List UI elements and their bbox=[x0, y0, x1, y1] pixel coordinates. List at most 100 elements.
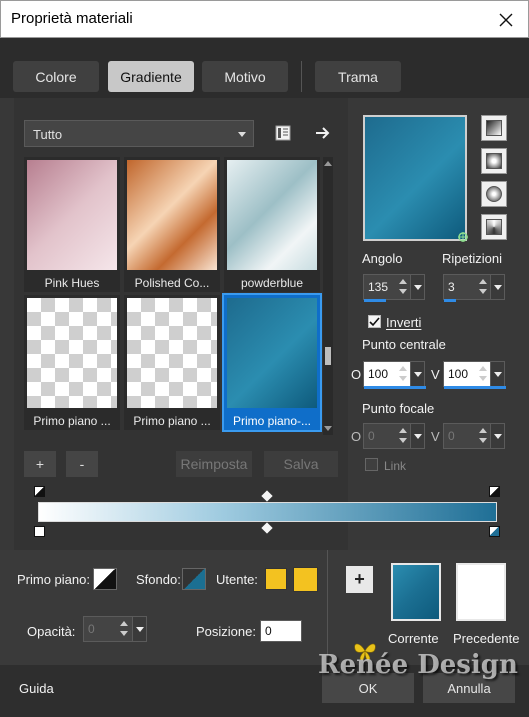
close-button[interactable] bbox=[492, 6, 520, 34]
position-value: 0 bbox=[265, 624, 272, 638]
center-h-field[interactable]: 100 bbox=[363, 361, 426, 389]
center-h-dropdown[interactable] bbox=[410, 362, 424, 386]
opacity-field[interactable]: 0 bbox=[83, 616, 147, 642]
angle-field[interactable]: 135 bbox=[363, 274, 425, 302]
center-v-dropdown[interactable] bbox=[490, 362, 504, 386]
tabs-bar: Colore Gradiente Motivo Trama bbox=[0, 38, 529, 98]
focal-v-stepper[interactable] bbox=[477, 426, 489, 446]
angle-dropdown[interactable] bbox=[410, 275, 424, 299]
angle-label: Angolo bbox=[362, 251, 403, 266]
scroll-thumb[interactable] bbox=[325, 347, 331, 365]
previous-swatch[interactable] bbox=[456, 563, 506, 621]
stepper-up-icon bbox=[399, 428, 407, 433]
center-h-value: 100 bbox=[368, 367, 389, 381]
repeats-dropdown[interactable] bbox=[490, 275, 504, 299]
user-color-swatch[interactable] bbox=[265, 568, 287, 590]
angle-stepper[interactable] bbox=[397, 277, 409, 297]
gradient-swatch bbox=[27, 160, 117, 270]
center-h-slider-fill bbox=[364, 386, 426, 389]
focal-v-dropdown[interactable] bbox=[490, 424, 504, 448]
invert-checkbox[interactable] bbox=[368, 315, 381, 328]
repeats-stepper[interactable] bbox=[477, 277, 489, 297]
reset-button[interactable]: Reimposta bbox=[176, 451, 252, 477]
center-h-stepper[interactable] bbox=[397, 364, 409, 384]
focal-v-axis-label: V bbox=[431, 429, 440, 444]
stepper-up-icon bbox=[479, 366, 487, 371]
tab-trama[interactable]: Trama bbox=[315, 61, 401, 92]
invert-label[interactable]: Inverti bbox=[386, 315, 421, 330]
gradient-swatch bbox=[227, 298, 317, 408]
opacity-stepper[interactable] bbox=[118, 619, 130, 639]
current-swatch[interactable] bbox=[391, 563, 441, 621]
window-title: Proprietà materiali bbox=[11, 10, 133, 27]
gradient-label: Primo piano ... bbox=[133, 414, 211, 428]
chevron-down-icon bbox=[494, 285, 502, 290]
repeats-label: Ripetizioni bbox=[442, 251, 502, 266]
center-v-axis-label: V bbox=[431, 367, 440, 382]
focal-v-field[interactable]: 0 bbox=[443, 423, 505, 449]
focal-h-stepper[interactable] bbox=[397, 426, 409, 446]
angle-handle-icon bbox=[458, 232, 468, 242]
foreground-label: Primo piano: bbox=[17, 572, 90, 587]
category-dropdown[interactable]: Tutto bbox=[24, 120, 254, 147]
tab-colore[interactable]: Colore bbox=[13, 61, 99, 92]
tab-gradiente[interactable]: Gradiente bbox=[108, 61, 194, 92]
opacity-dropdown[interactable] bbox=[132, 617, 146, 641]
opacity-value: 0 bbox=[88, 622, 95, 636]
radial-style-icon bbox=[486, 219, 502, 235]
linear-style-icon bbox=[486, 120, 502, 136]
repeats-field[interactable]: 3 bbox=[443, 274, 505, 302]
library-view-button[interactable] bbox=[272, 122, 294, 144]
chevron-down-icon bbox=[238, 132, 246, 137]
sunburst-style-icon bbox=[486, 186, 502, 202]
color-stop-bottom-right[interactable] bbox=[489, 526, 500, 537]
export-button[interactable] bbox=[312, 122, 334, 144]
center-v-stepper[interactable] bbox=[477, 364, 489, 384]
center-v-field[interactable]: 100 bbox=[443, 361, 506, 389]
gradient-editor-bar[interactable] bbox=[38, 502, 497, 522]
chevron-down-icon bbox=[414, 434, 422, 439]
gradient-tile-polished-copper[interactable]: Polished Co... bbox=[124, 157, 220, 292]
focal-h-dropdown[interactable] bbox=[410, 424, 424, 448]
add-to-swatches-button[interactable]: + bbox=[346, 566, 373, 593]
color-stop-top-right[interactable] bbox=[489, 486, 500, 497]
user-label: Utente: bbox=[216, 572, 258, 587]
background-swatch[interactable] bbox=[182, 568, 206, 590]
user-color-large-swatch[interactable] bbox=[293, 567, 318, 592]
gallery-scrollbar[interactable] bbox=[323, 157, 333, 435]
save-button[interactable]: Salva bbox=[264, 451, 338, 477]
scroll-down-icon[interactable] bbox=[324, 426, 332, 431]
stepper-down-icon bbox=[479, 289, 487, 294]
remove-gradient-button[interactable]: - bbox=[66, 451, 98, 477]
gradient-label: Primo piano ... bbox=[33, 414, 111, 428]
focal-h-field[interactable]: 0 bbox=[363, 423, 425, 449]
gradient-tile-pink-hues[interactable]: Pink Hues bbox=[24, 157, 120, 292]
checkmark-icon bbox=[369, 317, 380, 327]
gradient-tile-foreground-selected[interactable]: Primo piano-... bbox=[222, 293, 322, 432]
chevron-down-icon bbox=[494, 372, 502, 377]
list-view-icon bbox=[275, 125, 291, 141]
add-gradient-button[interactable]: + bbox=[24, 451, 56, 477]
title-bar: Proprietà materiali bbox=[0, 0, 529, 38]
foreground-swatch[interactable] bbox=[93, 568, 117, 590]
tab-motivo[interactable]: Motivo bbox=[202, 61, 288, 92]
scroll-up-icon[interactable] bbox=[324, 161, 332, 166]
style-sunburst-button[interactable] bbox=[481, 181, 507, 207]
position-field[interactable]: 0 bbox=[260, 620, 302, 642]
color-stop-top-left[interactable] bbox=[34, 486, 45, 497]
gradient-preview[interactable] bbox=[363, 115, 468, 242]
gradient-tile-powderblue[interactable]: powderblue bbox=[224, 157, 320, 292]
stepper-down-icon bbox=[399, 376, 407, 381]
style-radial-button[interactable] bbox=[481, 214, 507, 240]
close-icon bbox=[499, 13, 513, 27]
gradient-tile-foreground-1[interactable]: Primo piano ... bbox=[24, 295, 120, 430]
style-linear-button[interactable] bbox=[481, 115, 507, 141]
section-divider bbox=[327, 550, 328, 665]
gradient-swatch bbox=[227, 160, 317, 270]
help-link[interactable]: Guida bbox=[19, 681, 54, 696]
color-stop-bottom-left[interactable] bbox=[34, 526, 45, 537]
center-h-axis-label: O bbox=[351, 367, 362, 382]
style-rectangular-button[interactable] bbox=[481, 148, 507, 174]
link-checkbox[interactable] bbox=[365, 458, 378, 471]
gradient-tile-foreground-2[interactable]: Primo piano ... bbox=[124, 295, 220, 430]
